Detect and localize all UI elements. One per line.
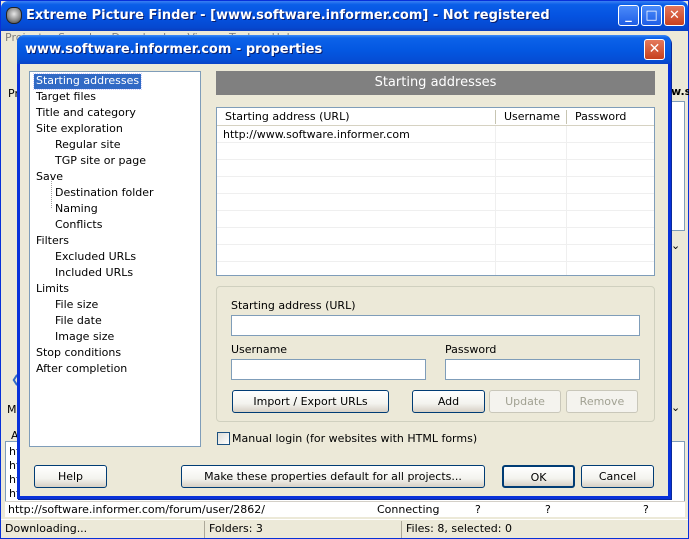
tree-item-site-exploration[interactable]: Site exploration xyxy=(34,122,125,137)
bg-scrollbar[interactable] xyxy=(669,101,685,231)
row-col: ? xyxy=(643,503,649,516)
tree-item-file-date[interactable]: File date xyxy=(53,314,104,329)
minimize-button[interactable]: _ xyxy=(618,5,639,26)
chevron-down-icon[interactable]: ⌄ xyxy=(671,401,680,414)
url-label: Starting address (URL) xyxy=(231,299,356,312)
status-bar: Downloading... Folders: 3 Files: 8, sele… xyxy=(1,519,688,538)
chevron-down-icon[interactable]: ⌄ xyxy=(671,239,680,252)
tree-item-save[interactable]: Save xyxy=(34,170,65,185)
remove-button[interactable]: Remove xyxy=(566,390,638,413)
table-row-empty xyxy=(217,246,654,262)
password-label: Password xyxy=(445,343,497,356)
settings-tree: Starting addresses Target files Title an… xyxy=(29,71,201,447)
make-default-button[interactable]: Make these properties default for all pr… xyxy=(181,465,485,488)
dialog-titlebar[interactable]: www.software.informer.com - properties ✕ xyxy=(17,35,671,64)
status-folders: Folders: 3 xyxy=(204,521,401,538)
tree-item-naming[interactable]: Naming xyxy=(53,202,100,217)
column-header-username[interactable]: Username xyxy=(496,108,566,126)
tree-item-tgp-site[interactable]: TGP site or page xyxy=(53,154,148,169)
manual-login-checkbox[interactable] xyxy=(217,432,230,445)
table-row[interactable]: http://www.software.informer.com xyxy=(217,127,654,143)
app-icon xyxy=(6,7,22,24)
tree-item-regular-site[interactable]: Regular site xyxy=(53,138,123,153)
tree-item-destination-folder[interactable]: Destination folder xyxy=(53,186,156,201)
tree-item-title-and-category[interactable]: Title and category xyxy=(34,106,138,121)
table-row-empty xyxy=(217,161,654,177)
cell-url: http://www.software.informer.com xyxy=(223,128,410,141)
table-row-empty xyxy=(217,212,654,228)
update-button[interactable]: Update xyxy=(489,390,561,413)
import-export-urls-button[interactable]: Import / Export URLs xyxy=(232,390,389,413)
table-row-empty xyxy=(217,229,654,245)
close-window-button[interactable]: ✕ xyxy=(664,5,685,26)
main-titlebar[interactable]: Extreme Picture Finder - [www.software.i… xyxy=(1,1,688,31)
cancel-button[interactable]: Cancel xyxy=(581,465,654,488)
section-title: Starting addresses xyxy=(216,71,655,95)
tree-item-file-size[interactable]: File size xyxy=(53,298,100,313)
table-row-empty xyxy=(217,195,654,211)
username-input[interactable] xyxy=(231,359,426,380)
properties-dialog: www.software.informer.com - properties ✕… xyxy=(17,35,671,499)
column-header-password[interactable]: Password xyxy=(567,108,654,126)
status-files: Files: 8, selected: 0 xyxy=(401,521,686,538)
column-header-url[interactable]: Starting address (URL) xyxy=(217,108,495,126)
manual-login-label[interactable]: Manual login (for websites with HTML for… xyxy=(232,432,477,445)
grid-header: Starting address (URL) Username Password xyxy=(217,108,654,126)
row-status: Connecting xyxy=(377,503,440,516)
tree-item-after-completion[interactable]: After completion xyxy=(34,362,129,377)
url-input[interactable] xyxy=(231,315,640,336)
table-row-empty xyxy=(217,144,654,160)
tree-item-starting-addresses[interactable]: Starting addresses xyxy=(32,73,143,90)
tree-item-filters[interactable]: Filters xyxy=(34,234,71,249)
row-url: http://software.informer.com/forum/user/… xyxy=(8,503,266,516)
address-editor-group: Starting address (URL) Username Password… xyxy=(216,286,655,422)
tree-item-excluded-urls[interactable]: Excluded URLs xyxy=(53,250,138,265)
starting-addresses-grid[interactable]: Starting address (URL) Username Password… xyxy=(216,107,655,276)
tree-item-target-files[interactable]: Target files xyxy=(34,90,98,105)
add-button[interactable]: Add xyxy=(412,390,485,413)
table-row[interactable]: http://software.informer.com/forum/user/… xyxy=(5,501,685,517)
row-col: ? xyxy=(475,503,481,516)
tree-item-image-size[interactable]: Image size xyxy=(53,330,116,345)
bg-panel-label: w.s xyxy=(671,85,689,98)
tree-item-conflicts[interactable]: Conflicts xyxy=(53,218,104,233)
help-button[interactable]: Help xyxy=(34,465,107,488)
dialog-title: www.software.informer.com - properties xyxy=(25,42,323,57)
table-row-empty xyxy=(217,178,654,194)
tree-item-limits[interactable]: Limits xyxy=(34,282,71,297)
password-input[interactable] xyxy=(445,359,640,380)
tree-item-included-urls[interactable]: Included URLs xyxy=(53,266,135,281)
tree-item-stop-conditions[interactable]: Stop conditions xyxy=(34,346,123,361)
main-window-title: Extreme Picture Finder - [www.software.i… xyxy=(26,8,550,23)
maximize-button[interactable]: □ xyxy=(641,5,662,26)
dialog-close-button[interactable]: ✕ xyxy=(644,39,665,60)
username-label: Username xyxy=(231,343,288,356)
ok-button[interactable]: OK xyxy=(502,465,575,488)
row-col: ? xyxy=(545,503,551,516)
status-state: Downloading... xyxy=(5,522,88,535)
